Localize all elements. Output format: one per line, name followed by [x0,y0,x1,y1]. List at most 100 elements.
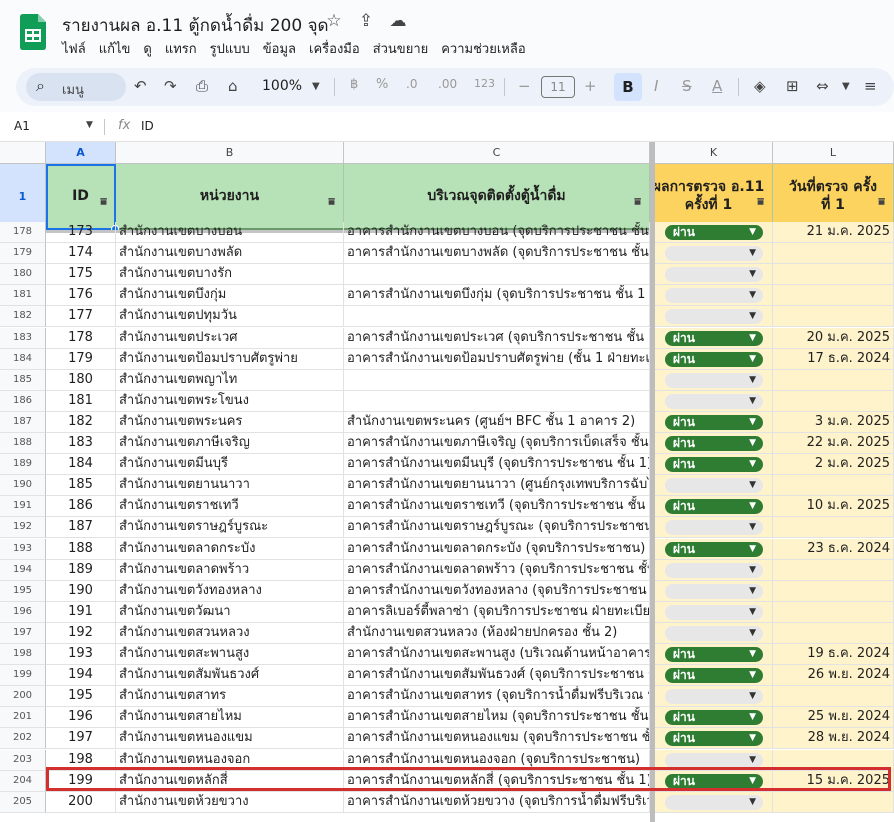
move-to-drive-icon[interactable]: ⇪ [356,11,376,31]
chevron-down-icon[interactable]: ▼ [749,370,756,390]
cell-result[interactable]: ผ่าน ▼ [655,454,773,476]
cell-location[interactable]: อาคารสำนักงานเขตบางบอน (จุดบริการประชาชน… [344,222,650,243]
result-dropdown-chip[interactable]: ▼ [665,604,763,620]
cell-unit[interactable]: สำนักงานเขตประเวศ [116,327,344,349]
cell-date[interactable] [773,622,894,644]
result-dropdown-chip[interactable]: ผ่าน ▼ [665,541,763,557]
cell-location[interactable]: อาคารสำนักงานเขตวังทองหลาง (จุดบริการประ… [344,580,650,602]
cell-date[interactable] [773,559,894,581]
chevron-down-icon[interactable]: ▼ [749,644,756,664]
cell-unit[interactable]: สำนักงานเขตบางบอน [116,222,344,243]
borders-icon[interactable]: ⊞ [786,77,799,95]
chevron-down-icon[interactable]: ▼ [749,686,756,706]
result-dropdown-chip[interactable]: ผ่าน ▼ [665,328,763,348]
percent-button[interactable]: % [376,77,388,92]
merge-cells-icon[interactable]: ⇔ [816,77,829,95]
cell-result[interactable]: ▼ [655,264,773,286]
column-header-c[interactable]: C [344,142,650,164]
chevron-down-icon[interactable]: ▼ [749,222,756,242]
cell-location[interactable]: อาคารสำนักงานเขตบางพลัด (จุดบริการประชาช… [344,243,650,265]
row-header[interactable]: 178 [0,222,46,243]
chevron-down-icon[interactable]: ▼ [749,665,756,685]
cell-result[interactable]: ▼ [655,285,773,307]
cell-location[interactable]: อาคารสำนักงานเขตราชเทวี (จุดบริการประชาช… [344,496,650,518]
row-header[interactable]: 202 [0,728,46,750]
row-header[interactable]: 196 [0,601,46,623]
row-header[interactable]: 194 [0,559,46,581]
cell-unit[interactable]: สำนักงานเขตห้วยขวาง [116,791,344,813]
cell-location[interactable]: อาคารสำนักงานเขตสายไหม (จุดบริการประชาชน… [344,707,650,729]
row-header-1[interactable]: 1 [0,164,46,230]
cell-location[interactable]: อาคารสำนักงานเขตลาดพร้าว (จุดบริการประชา… [344,559,650,581]
cell-unit[interactable]: สำนักงานเขตบางรัก [116,264,344,286]
cell-id[interactable]: 177 [46,306,116,328]
chevron-down-icon[interactable]: ▼ [749,349,756,369]
result-dropdown-chip[interactable]: ▼ [665,393,763,409]
cell-id[interactable]: 190 [46,580,116,602]
cell-result[interactable]: ▼ [655,791,773,813]
cell-unit[interactable]: สำนักงานเขตบึงกุ่ม [116,285,344,307]
sheets-logo-icon[interactable] [20,14,46,50]
cell-id[interactable]: 185 [46,475,116,497]
row-header[interactable]: 181 [0,285,46,307]
cell-date[interactable]: 10 ม.ค. 2025 [773,496,894,518]
number-format-button[interactable]: 123 [474,77,495,90]
menu-tools[interactable]: เครื่องมือ [309,38,360,59]
result-dropdown-chip[interactable]: ▼ [665,267,763,283]
cell-date[interactable] [773,285,894,307]
font-size-input[interactable]: 11 [541,76,575,98]
cell-unit[interactable]: สำนักงานเขตพญาไท [116,369,344,391]
horizontal-align-icon[interactable]: ≡ [864,77,877,95]
chevron-down-icon[interactable]: ▼ [749,412,756,432]
chevron-down-icon[interactable]: ▼ [749,243,756,263]
currency-button[interactable]: ฿ [350,77,358,92]
cell-unit[interactable]: สำนักงานเขตบางพลัด [116,243,344,265]
chevron-down-icon[interactable]: ▼ [749,328,756,348]
cell-date[interactable]: 3 ม.ค. 2025 [773,411,894,433]
cell-location[interactable]: อาคารสำนักงานเขตมีนบุรี (จุดบริการประชาช… [344,454,650,476]
chevron-down-icon[interactable]: ▼ [749,285,756,305]
cell-date[interactable] [773,243,894,265]
cell-id[interactable]: 183 [46,433,116,454]
cell-date[interactable] [773,686,894,708]
cell-result[interactable]: ▼ [655,559,773,581]
row-header[interactable]: 187 [0,411,46,433]
cell-location[interactable]: อาคารสำนักงานเขตประเวศ (จุดบริการประชาชน… [344,327,650,349]
row-header[interactable]: 201 [0,707,46,729]
cell-location[interactable]: อาคารสำนักงานเขตยานนาวา (ศูนย์กรุงเทพบริ… [344,475,650,497]
cell-result[interactable]: ▼ [655,475,773,497]
cell-unit[interactable]: สำนักงานเขตพระโขนง [116,390,344,412]
header-cell-result[interactable]: ผลการตรวจ อ.11 ครั้งที่ 1 ⩸ [655,164,773,230]
cell-id[interactable]: 194 [46,665,116,687]
cell-unit[interactable]: สำนักงานเขตสายไหม [116,707,344,729]
menu-file[interactable]: ไฟล์ [62,38,86,59]
cell-id[interactable]: 175 [46,264,116,286]
cell-result[interactable]: ▼ [655,369,773,391]
chevron-down-icon[interactable]: ▼ [749,496,756,516]
cell-date[interactable] [773,390,894,412]
cell-date[interactable]: 28 พ.ย. 2024 [773,728,894,750]
cell-result[interactable]: ผ่าน ▼ [655,327,773,349]
result-dropdown-chip[interactable]: ผ่าน ▼ [665,349,763,369]
row-header[interactable]: 180 [0,264,46,286]
increase-decimal-button[interactable]: .00 [438,77,457,91]
row-header[interactable]: 198 [0,644,46,665]
cell-unit[interactable]: สำนักงานเขตลาดกระบัง [116,538,344,560]
chevron-down-icon[interactable]: ▼ [749,306,756,326]
cell-result[interactable]: ผ่าน ▼ [655,644,773,665]
row-header[interactable]: 205 [0,791,46,813]
row-header[interactable]: 182 [0,306,46,328]
result-dropdown-chip[interactable]: ▼ [665,478,763,494]
row-header[interactable]: 199 [0,665,46,687]
cell-result[interactable]: ▼ [655,601,773,623]
cell-result[interactable]: ▼ [655,306,773,328]
row-header[interactable]: 193 [0,538,46,560]
row-header[interactable]: 185 [0,369,46,391]
filter-icon[interactable]: ⩸ [328,193,335,211]
filter-icon[interactable]: ⩸ [757,193,764,211]
cell-date[interactable] [773,475,894,497]
cell-date[interactable]: 17 ธ.ค. 2024 [773,348,894,370]
cell-id[interactable]: 191 [46,601,116,623]
cell-unit[interactable]: สำนักงานเขตปทุมวัน [116,306,344,328]
cell-result[interactable]: ▼ [655,622,773,644]
